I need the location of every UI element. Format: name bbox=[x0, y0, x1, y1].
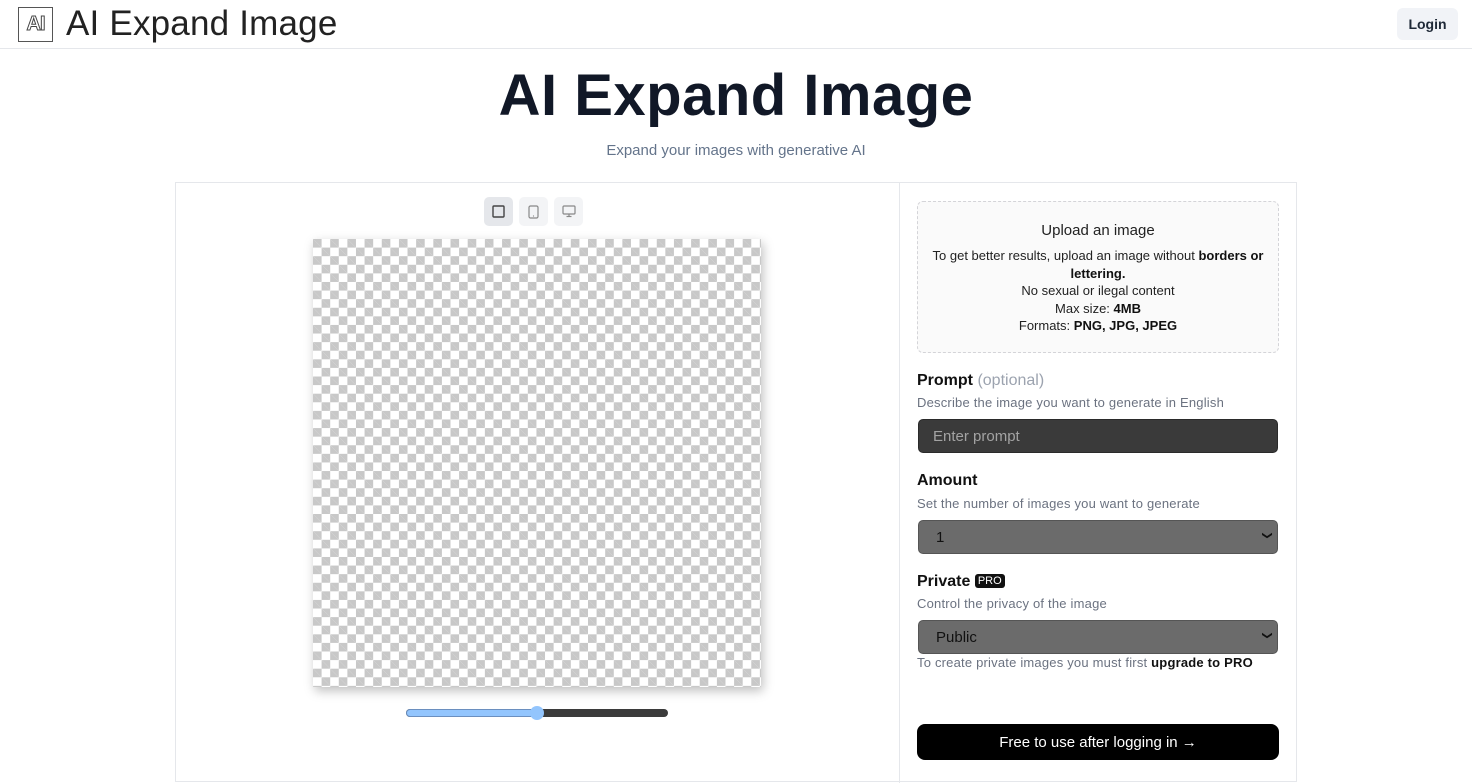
slider-fill bbox=[406, 709, 537, 717]
aspect-landscape-button[interactable] bbox=[554, 197, 583, 226]
prompt-label: Prompt (optional) bbox=[917, 372, 1044, 390]
upgrade-note-text: To create private images you must first bbox=[917, 655, 1152, 670]
chevron-down-icon: ❯ bbox=[1261, 631, 1273, 640]
private-label-text: Private bbox=[917, 573, 971, 590]
page-title: AI Expand Image bbox=[498, 63, 974, 128]
tablet-icon bbox=[528, 204, 539, 219]
upgrade-link[interactable]: upgrade to PRO bbox=[1151, 655, 1253, 670]
private-label: Private PRO bbox=[917, 573, 1005, 591]
private-description: Control the privacy of the image bbox=[917, 596, 1107, 611]
prompt-description: Describe the image you want to generate … bbox=[917, 395, 1225, 410]
upload-instructions: To get better results, upload an image w… bbox=[928, 247, 1268, 335]
amount-description: Set the number of images you want to gen… bbox=[917, 496, 1200, 511]
brand-name[interactable]: AI Expand Image bbox=[66, 4, 338, 44]
prompt-input[interactable] bbox=[918, 419, 1278, 453]
login-button[interactable]: Login bbox=[1397, 8, 1458, 40]
zoom-slider[interactable] bbox=[406, 706, 668, 720]
formats-label: Formats: bbox=[1018, 318, 1074, 333]
aspect-portrait-button[interactable] bbox=[519, 197, 548, 226]
formats-value: PNG, JPG, JPEG bbox=[1073, 318, 1178, 333]
max-size-label: Max size: bbox=[1055, 300, 1114, 316]
max-size-value: 4MB bbox=[1113, 300, 1141, 316]
aspect-square-button[interactable] bbox=[484, 197, 513, 226]
pro-badge: PRO bbox=[974, 574, 1005, 588]
image-canvas[interactable] bbox=[313, 239, 761, 687]
login-to-use-button[interactable]: Free to use after logging in → bbox=[917, 724, 1279, 760]
amount-select[interactable]: 1 ❯ bbox=[918, 520, 1278, 554]
panel-divider bbox=[899, 183, 900, 783]
content-policy: No sexual or ilegal content bbox=[1021, 283, 1175, 298]
slider-thumb[interactable] bbox=[530, 706, 544, 720]
square-icon bbox=[492, 205, 505, 218]
optional-tag: (optional) bbox=[977, 372, 1045, 389]
amount-label: Amount bbox=[917, 472, 978, 489]
privacy-selected-value: Public bbox=[936, 628, 977, 646]
upload-tip: To get better results, upload an image w… bbox=[932, 248, 1199, 263]
amount-selected-value: 1 bbox=[936, 528, 945, 546]
upgrade-note: To create private images you must first … bbox=[917, 655, 1253, 670]
page-subtitle: Expand your images with generative AI bbox=[606, 142, 866, 159]
top-navbar: AI AI Expand Image Login bbox=[0, 0, 1472, 49]
privacy-select[interactable]: Public ❯ bbox=[918, 620, 1278, 654]
logo-icon[interactable]: AI bbox=[18, 7, 53, 42]
upload-dropzone[interactable]: Upload an image To get better results, u… bbox=[917, 201, 1279, 353]
prompt-label-text: Prompt bbox=[917, 372, 973, 389]
upload-title: Upload an image bbox=[1041, 222, 1155, 239]
logo-text: AI bbox=[26, 13, 46, 36]
chevron-down-icon: ❯ bbox=[1261, 531, 1273, 540]
monitor-icon bbox=[561, 205, 576, 218]
